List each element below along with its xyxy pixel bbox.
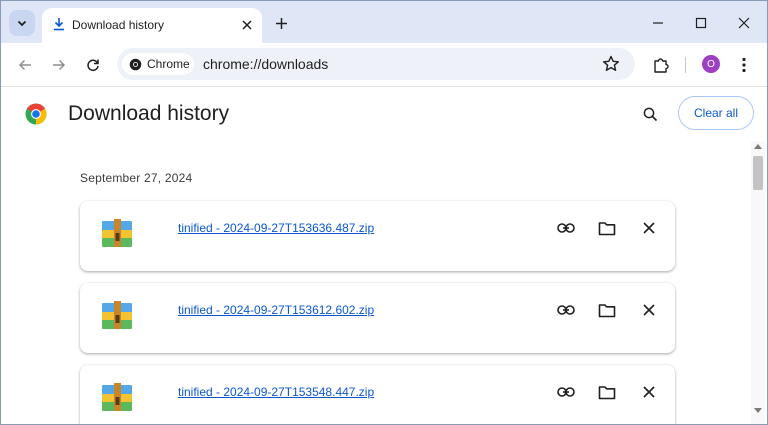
profile-avatar[interactable]: O [702, 55, 720, 73]
copy-link-button[interactable] [555, 299, 577, 321]
chrome-logo-icon [25, 103, 47, 125]
star-icon [603, 55, 619, 71]
forward-button[interactable] [48, 54, 70, 76]
maximize-icon [695, 17, 707, 29]
show-in-folder-button[interactable] [596, 217, 618, 239]
close-icon [643, 304, 655, 316]
toolbar-divider [685, 57, 686, 73]
show-in-folder-button[interactable] [596, 299, 618, 321]
folder-icon [598, 303, 616, 317]
download-item: tinified - 2024-09-27T153612.602.zip [80, 283, 675, 353]
minimize-button[interactable] [646, 11, 670, 35]
link-icon [557, 387, 575, 397]
tab-search-button[interactable] [9, 10, 35, 36]
date-header: September 27, 2024 [80, 171, 193, 185]
link-icon [557, 305, 575, 315]
archive-icon [102, 383, 132, 411]
close-icon [738, 17, 750, 29]
remove-item-button[interactable] [638, 299, 660, 321]
arrow-right-icon [53, 59, 66, 71]
file-name-link[interactable]: tinified - 2024-09-27T153612.602.zip [178, 303, 374, 317]
bookmark-button[interactable] [601, 54, 621, 79]
remove-item-button[interactable] [638, 217, 660, 239]
toolbar: Chrome chrome://downloads O [1, 43, 767, 87]
search-downloads-button[interactable] [639, 103, 661, 125]
close-window-button[interactable] [732, 11, 756, 35]
maximize-button[interactable] [689, 11, 713, 35]
show-in-folder-button[interactable] [596, 381, 618, 403]
close-icon [242, 20, 252, 30]
scrollbar[interactable] [751, 141, 765, 424]
chip-label: Chrome [147, 57, 190, 71]
reload-icon [87, 59, 99, 72]
url-text: chrome://downloads [203, 56, 329, 72]
arrow-left-icon [18, 59, 31, 71]
back-button[interactable] [14, 54, 36, 76]
download-item: tinified - 2024-09-27T153548.447.zip [80, 365, 675, 424]
tab-download-history[interactable]: Download history [42, 8, 262, 43]
extensions-button[interactable] [650, 54, 672, 76]
file-name-link[interactable]: tinified - 2024-09-27T153548.447.zip [178, 385, 374, 399]
plus-icon [275, 17, 287, 29]
copy-link-button[interactable] [555, 381, 577, 403]
scrollbar-thumb[interactable] [753, 156, 763, 190]
chrome-icon [129, 58, 142, 70]
clear-all-button[interactable]: Clear all [678, 96, 754, 130]
archive-icon [102, 301, 132, 329]
new-tab-button[interactable] [271, 13, 291, 33]
tab-strip: Download history [1, 1, 767, 43]
page-header: Download history Clear all [1, 87, 767, 143]
page-title: Download history [68, 102, 230, 125]
chevron-down-icon [17, 20, 27, 27]
puzzle-icon [654, 58, 669, 73]
download-icon [54, 18, 64, 31]
more-vert-icon [742, 57, 746, 73]
address-bar[interactable]: Chrome chrome://downloads [117, 48, 635, 80]
site-info-chip[interactable]: Chrome [122, 53, 194, 75]
menu-button[interactable] [733, 54, 755, 76]
copy-link-button[interactable] [555, 217, 577, 239]
archive-icon [102, 219, 132, 247]
scroll-up-arrow-icon[interactable] [754, 143, 762, 149]
tab-close-button[interactable] [238, 16, 256, 34]
link-icon [557, 223, 575, 233]
minimize-icon [653, 22, 663, 24]
close-icon [643, 386, 655, 398]
reload-button[interactable] [82, 54, 104, 76]
close-icon [643, 222, 655, 234]
download-item: tinified - 2024-09-27T153636.487.zip [80, 201, 675, 271]
browser-window: Download history Chrome chrome://downloa… [0, 0, 768, 425]
scroll-down-arrow-icon[interactable] [754, 408, 762, 414]
search-icon [643, 107, 657, 121]
folder-icon [598, 385, 616, 399]
file-name-link[interactable]: tinified - 2024-09-27T153636.487.zip [178, 221, 374, 235]
remove-item-button[interactable] [638, 381, 660, 403]
tab-title: Download history [72, 18, 165, 32]
folder-icon [598, 221, 616, 235]
